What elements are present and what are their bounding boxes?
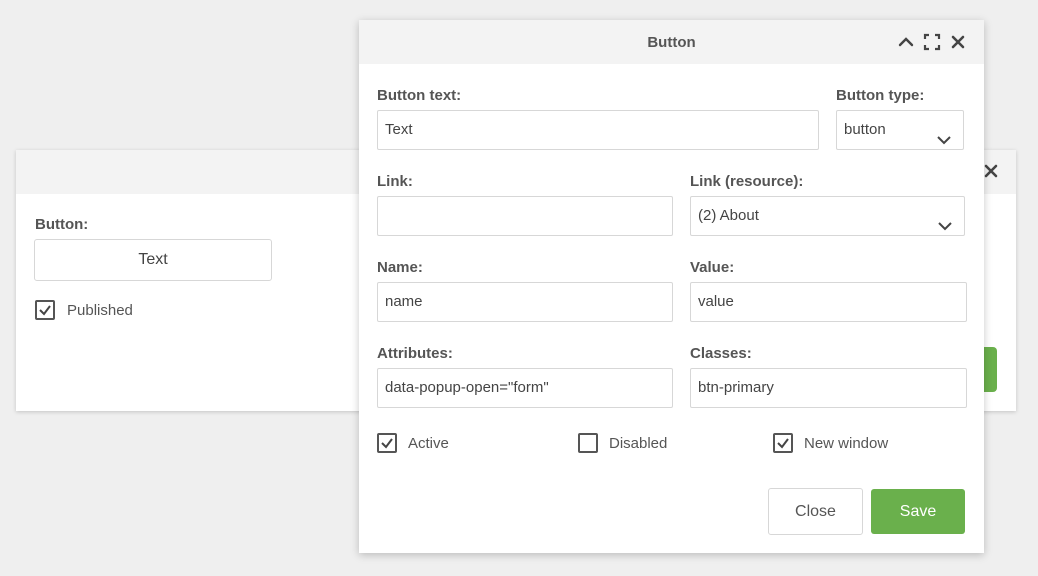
attributes-input[interactable]: data-popup-open="form" (377, 368, 673, 408)
value-input[interactable]: value (690, 282, 967, 322)
active-checkbox[interactable]: Active (377, 433, 449, 453)
dialog-header: Button (359, 20, 984, 64)
link-resource-value: (2) About (698, 207, 759, 224)
attributes-label: Attributes: (377, 345, 453, 362)
classes-label: Classes: (690, 345, 752, 362)
value-label: Value: (690, 259, 735, 276)
close-icon[interactable] (949, 33, 967, 51)
published-label: Published (67, 301, 133, 319)
button-type-value: button (844, 121, 886, 138)
checkbox-checked-icon (377, 433, 397, 453)
new-window-checkbox[interactable]: New window (773, 433, 888, 453)
name-label: Name: (377, 259, 423, 276)
published-checkbox[interactable]: Published (35, 300, 133, 320)
link-input[interactable] (377, 196, 673, 236)
chevron-up-icon[interactable] (897, 33, 915, 51)
button-type-select[interactable]: button (836, 110, 964, 150)
name-input[interactable]: name (377, 282, 673, 322)
disabled-checkbox[interactable]: Disabled (578, 433, 667, 453)
active-label: Active (408, 434, 449, 452)
dialog-title: Button (647, 34, 696, 51)
new-window-label: New window (804, 434, 889, 452)
button-preview[interactable]: Text (34, 239, 272, 281)
close-icon[interactable] (982, 162, 1000, 180)
button-text-input[interactable]: Text (377, 110, 819, 150)
background-action-button[interactable] (982, 347, 997, 392)
disabled-label: Disabled (609, 434, 668, 452)
link-resource-select[interactable]: (2) About (690, 196, 965, 236)
chevron-down-icon (936, 123, 952, 161)
close-button[interactable]: Close (768, 488, 863, 535)
fullscreen-icon[interactable] (923, 33, 941, 51)
button-dialog: Button Button text: Text Button type: bu… (359, 20, 984, 553)
button-type-label: Button type: (836, 87, 925, 104)
checkbox-unchecked-icon (578, 433, 598, 453)
link-resource-label: Link (resource): (690, 173, 804, 190)
button-text-label: Button text: (377, 87, 462, 104)
link-label: Link: (377, 173, 413, 190)
checkbox-checked-icon (35, 300, 55, 320)
classes-input[interactable]: btn-primary (690, 368, 967, 408)
save-button[interactable]: Save (871, 489, 965, 534)
button-field-label: Button: (35, 216, 89, 233)
chevron-down-icon (937, 209, 953, 247)
checkbox-checked-icon (773, 433, 793, 453)
